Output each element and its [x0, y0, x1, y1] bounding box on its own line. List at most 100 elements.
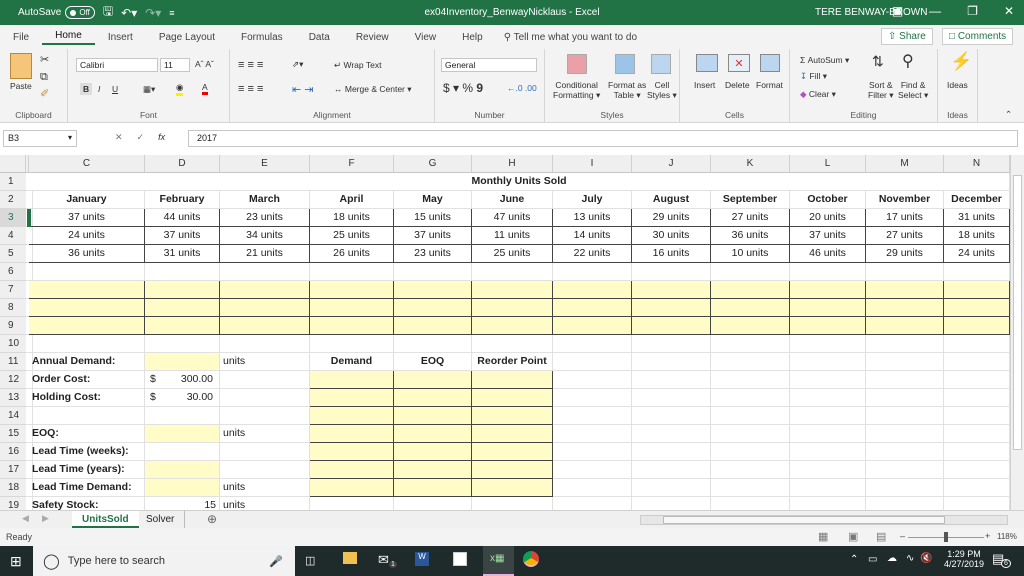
cell[interactable] [220, 371, 310, 389]
input-cell[interactable] [472, 281, 553, 299]
cell[interactable] [866, 389, 944, 407]
table-input-cell[interactable] [472, 371, 553, 389]
fill-color-icon[interactable]: ◉ [176, 82, 184, 96]
cell[interactable] [790, 407, 866, 425]
enter-icon[interactable]: ✓ [137, 132, 145, 143]
row-header-8[interactable]: 8 [0, 299, 26, 317]
sheet-tab-unitssold[interactable]: UnitsSold [72, 511, 139, 528]
table-input-cell[interactable] [310, 371, 394, 389]
units-cell[interactable]: 18 units [944, 227, 1010, 245]
share-button[interactable]: ⇧ Share [881, 28, 933, 45]
cell[interactable] [472, 497, 553, 510]
table-input-cell[interactable] [310, 479, 394, 497]
zoom-out-button[interactable]: – [900, 531, 905, 541]
comments-button[interactable]: □ Comments [942, 28, 1014, 45]
units-cell[interactable]: 44 units [145, 209, 220, 227]
safety-stock-value[interactable]: 15 [145, 497, 220, 510]
autosave-toggle[interactable]: Off [65, 6, 95, 19]
units-cell[interactable]: 26 units [310, 245, 394, 263]
row-header-11[interactable]: 11 [0, 353, 26, 371]
cell[interactable] [944, 461, 1010, 479]
row-header-2[interactable]: 2 [0, 191, 26, 209]
cell[interactable] [632, 263, 711, 281]
column-header-c[interactable]: C [29, 155, 145, 173]
cell[interactable] [866, 371, 944, 389]
cell[interactable] [944, 479, 1010, 497]
input-cell[interactable] [553, 281, 632, 299]
input-cell[interactable] [310, 299, 394, 317]
cell[interactable] [866, 443, 944, 461]
tab-home[interactable]: Home [42, 30, 95, 45]
row-header-4[interactable]: 4 [0, 227, 26, 245]
input-cell[interactable] [394, 281, 472, 299]
input-cell[interactable] [394, 317, 472, 335]
table-input-cell[interactable] [310, 461, 394, 479]
column-header-h[interactable]: H [472, 155, 553, 173]
zoom-in-button[interactable]: + [985, 531, 990, 541]
row-header-9[interactable]: 9 [0, 317, 26, 335]
vertical-align-icons[interactable]: ≡ ≡ ≡ [238, 59, 263, 71]
cell[interactable] [29, 335, 145, 353]
tell-me-box[interactable]: ⚲ Tell me what you want to do [504, 32, 637, 43]
cell[interactable] [711, 425, 790, 443]
indent-icons[interactable]: ⇤ ⇥ [292, 83, 314, 96]
table-input-cell[interactable] [394, 443, 472, 461]
units-cell[interactable]: 23 units [394, 245, 472, 263]
taskbar-search[interactable]: ◯ Type here to search 🎤 [33, 546, 295, 576]
column-header-m[interactable]: M [866, 155, 944, 173]
month-header[interactable]: July [553, 191, 632, 209]
zoom-level[interactable]: 118% [997, 532, 1017, 541]
cell[interactable] [310, 335, 394, 353]
page-break-view-icon[interactable]: ▤ [876, 530, 886, 543]
cell[interactable] [790, 425, 866, 443]
cell[interactable] [790, 335, 866, 353]
excel-taskbar-button[interactable]: x▦ [483, 546, 514, 576]
month-header[interactable]: February [145, 191, 220, 209]
collapse-ribbon-icon[interactable]: ⌃ [1005, 109, 1012, 120]
cell[interactable] [790, 497, 866, 510]
cell[interactable] [394, 263, 472, 281]
cell[interactable] [790, 443, 866, 461]
battery-icon[interactable]: ▭ [868, 554, 877, 565]
tab-review[interactable]: Review [343, 32, 402, 43]
insert-function-icon[interactable]: fx [158, 132, 165, 143]
customize-qat-icon[interactable]: ≡ [169, 8, 174, 18]
row-header-19[interactable]: 19 [0, 497, 26, 510]
bold-button[interactable]: B [80, 83, 93, 95]
conditional-formatting-button[interactable]: Conditional Formatting ▾ [553, 80, 600, 101]
cell[interactable] [145, 335, 220, 353]
row-header-12[interactable]: 12 [0, 371, 26, 389]
row-header-16[interactable]: 16 [0, 443, 26, 461]
input-cell[interactable] [145, 425, 220, 443]
units-cell[interactable]: 18 units [310, 209, 394, 227]
month-header[interactable]: January [29, 191, 145, 209]
column-header-d[interactable]: D [145, 155, 220, 173]
next-sheet-icon[interactable]: ▶ [42, 513, 49, 524]
table-input-cell[interactable] [472, 479, 553, 497]
font-name-select[interactable]: Calibri [76, 58, 158, 72]
underline-button[interactable]: U [112, 84, 118, 94]
row-header-7[interactable]: 7 [0, 281, 26, 299]
cell[interactable] [632, 425, 711, 443]
input-cell[interactable] [220, 281, 310, 299]
input-cell[interactable] [220, 317, 310, 335]
microphone-icon[interactable]: 🎤 [269, 555, 283, 568]
cell[interactable] [866, 425, 944, 443]
windows-start-icon[interactable]: ⊞ [10, 553, 22, 570]
holding-cost-value[interactable]: 30.00 [145, 389, 220, 407]
restore-icon[interactable]: ❐ [967, 4, 978, 18]
month-header[interactable]: June [472, 191, 553, 209]
cell[interactable] [866, 497, 944, 510]
cell[interactable] [711, 497, 790, 510]
table-input-cell[interactable] [394, 407, 472, 425]
input-cell[interactable] [29, 281, 145, 299]
units-cell[interactable]: 22 units [553, 245, 632, 263]
cell-b[interactable] [26, 263, 33, 281]
cell[interactable] [553, 353, 632, 371]
month-header[interactable]: August [632, 191, 711, 209]
tab-formulas[interactable]: Formulas [228, 32, 296, 43]
redo-icon[interactable]: ↷▾ [145, 6, 161, 20]
wifi-icon[interactable]: ∿ [906, 553, 914, 564]
cell[interactable] [220, 407, 310, 425]
input-cell[interactable] [220, 299, 310, 317]
